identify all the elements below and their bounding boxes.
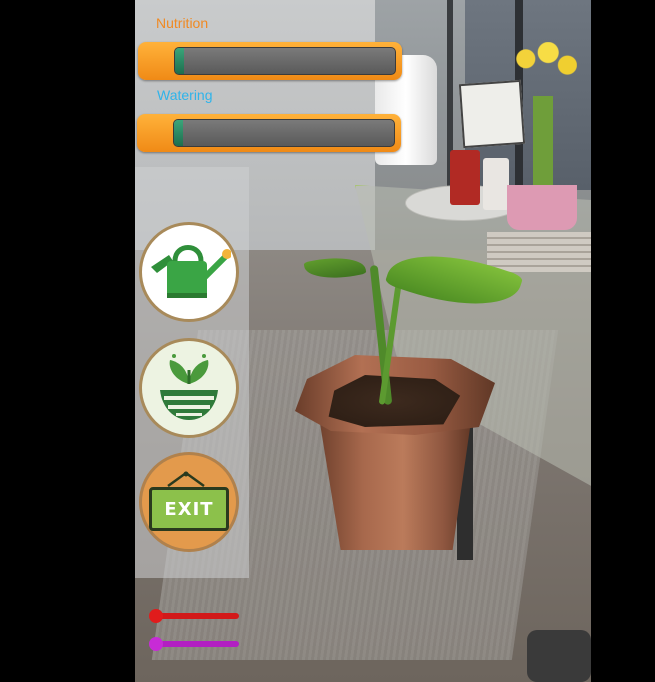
pink-flower-pot	[507, 185, 577, 230]
nutrition-bar-track	[174, 47, 396, 75]
sign-hanger-icon	[167, 471, 205, 487]
nutrition-label: Nutrition	[156, 15, 209, 31]
fertilize-button[interactable]	[139, 338, 239, 438]
plant-soil-icon	[160, 354, 218, 420]
plant-leaf	[303, 251, 367, 285]
purple-slider[interactable]	[149, 637, 239, 651]
watering-bar-fill	[174, 120, 183, 146]
exit-button[interactable]: EXIT	[139, 452, 239, 552]
red-cup	[450, 150, 480, 205]
slipper	[527, 630, 591, 682]
watering-bar	[137, 114, 401, 152]
nutrition-bar-fill	[175, 48, 184, 74]
watering-label: Watering	[157, 87, 213, 103]
virtual-potted-plant[interactable]	[295, 236, 535, 555]
decor-sign	[458, 79, 526, 149]
water-button[interactable]	[139, 222, 239, 322]
nutrition-bar	[138, 42, 402, 80]
red-slider[interactable]	[149, 609, 239, 623]
white-cup	[483, 158, 509, 210]
purple-slider-handle[interactable]	[149, 637, 163, 651]
watering-bar-track	[173, 119, 395, 147]
red-slider-handle[interactable]	[149, 609, 163, 623]
watering-can-icon	[151, 245, 231, 298]
exit-sign-icon: EXIT	[149, 471, 229, 531]
exit-sign-text: EXIT	[149, 487, 229, 531]
daffodil-flowers	[513, 42, 577, 84]
